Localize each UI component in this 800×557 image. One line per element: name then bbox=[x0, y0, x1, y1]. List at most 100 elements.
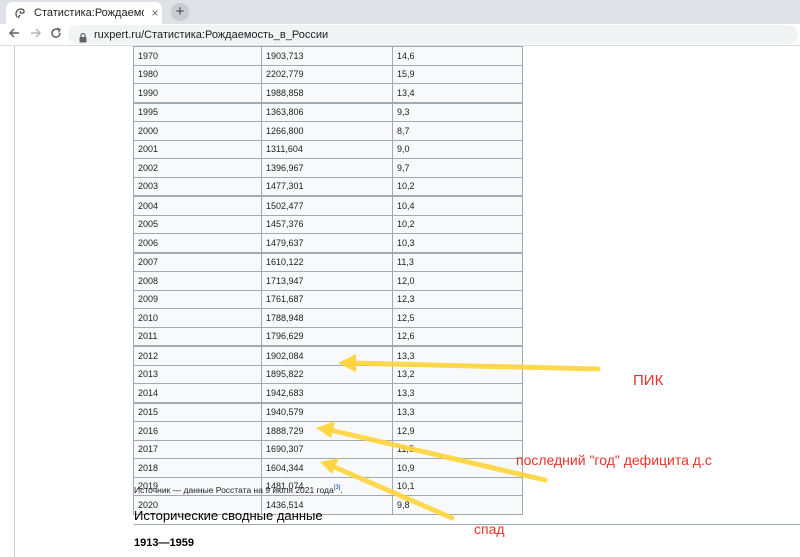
births-cell: 1690,307 bbox=[261, 439, 393, 459]
table-row: 2016 1888,729 12,9 bbox=[133, 421, 523, 441]
births-cell: 1988,858 bbox=[261, 83, 393, 103]
url-text[interactable]: ruxpert.ru/Статистика:Рождаемость_в_Росс… bbox=[94, 29, 328, 41]
rate-cell: 11,5 bbox=[392, 439, 523, 459]
table-row: 2018 1604,344 10,9 bbox=[133, 458, 523, 478]
birth-statistics-table: 1970 1903,713 14,6 1980 2202,779 15,9 1990 1988… bbox=[133, 46, 523, 515]
year-cell: 2001 bbox=[133, 139, 262, 159]
year-cell: 2013 bbox=[133, 364, 262, 384]
year-cell: 2015 bbox=[133, 401, 262, 422]
lock-icon bbox=[79, 30, 87, 42]
births-cell: 1902,084 bbox=[261, 345, 393, 366]
year-cell: 2007 bbox=[133, 251, 262, 272]
year-cell: 2006 bbox=[133, 233, 262, 253]
rate-cell: 12,0 bbox=[392, 271, 523, 291]
table-row: 2000 1266,800 8,7 bbox=[133, 121, 523, 141]
table-row: 2010 1788,948 12,5 bbox=[133, 308, 523, 328]
births-cell: 1942,683 bbox=[261, 383, 393, 403]
rate-cell: 9,8 bbox=[392, 495, 523, 515]
year-cell: 1970 bbox=[133, 46, 262, 66]
year-cell: 2000 bbox=[133, 121, 262, 141]
reload-icon[interactable] bbox=[48, 27, 64, 43]
births-cell: 1788,948 bbox=[261, 308, 393, 328]
year-cell: 2002 bbox=[133, 158, 262, 178]
year-cell: 2014 bbox=[133, 383, 262, 403]
table-row: 2007 1610,122 11,3 bbox=[133, 251, 523, 272]
year-cell: 2010 bbox=[133, 308, 262, 328]
rate-cell: 9,3 bbox=[392, 101, 523, 122]
rate-cell: 13,3 bbox=[392, 401, 523, 422]
tab-close-icon[interactable]: × bbox=[148, 6, 162, 20]
births-cell: 1903,713 bbox=[261, 46, 393, 66]
table-row: 2003 1477,301 10,2 bbox=[133, 176, 523, 197]
year-cell: 1990 bbox=[133, 83, 262, 103]
births-cell: 1479,637 bbox=[261, 233, 393, 253]
year-cell: 2018 bbox=[133, 458, 262, 478]
table-row: 2006 1479,637 10,3 bbox=[133, 233, 523, 253]
table-row: 1980 2202,779 15,9 bbox=[133, 64, 523, 84]
table-row: 2008 1713,947 12,0 bbox=[133, 271, 523, 291]
births-cell: 1311,604 bbox=[261, 139, 393, 159]
rate-cell: 12,9 bbox=[392, 421, 523, 441]
annotation-deficit: последний "год" дефицита д.с bbox=[516, 452, 712, 468]
year-cell: 1980 bbox=[133, 64, 262, 84]
table-row: 1970 1903,713 14,6 bbox=[133, 46, 523, 66]
births-cell: 1895,822 bbox=[261, 364, 393, 384]
annotation-peak: ПИК bbox=[633, 372, 664, 389]
rate-cell: 10,9 bbox=[392, 458, 523, 478]
table-row: 1995 1363,806 9,3 bbox=[133, 101, 523, 122]
source-note: Источник — данные Росстата на 9 июля 202… bbox=[134, 485, 343, 495]
births-cell: 1502,477 bbox=[261, 195, 393, 216]
source-end: . bbox=[340, 485, 343, 495]
births-cell: 1713,947 bbox=[261, 271, 393, 291]
rate-cell: 9,7 bbox=[392, 158, 523, 178]
url-domain: ruxpert.ru bbox=[94, 28, 142, 41]
year-cell: 2005 bbox=[133, 214, 262, 234]
table-row: 2005 1457,376 10,2 bbox=[133, 214, 523, 234]
births-cell: 1604,344 bbox=[261, 458, 393, 478]
births-cell: 1888,729 bbox=[261, 421, 393, 441]
table-row: 2017 1690,307 11,5 bbox=[133, 439, 523, 459]
forward-arrow-icon[interactable] bbox=[28, 27, 44, 43]
source-text: Источник — данные Росстата на 9 июля 202… bbox=[134, 485, 334, 495]
births-cell: 1457,376 bbox=[261, 214, 393, 234]
table-row: 2011 1796,629 12,6 bbox=[133, 326, 523, 347]
new-tab-button[interactable]: + bbox=[171, 3, 189, 21]
heading-underline bbox=[134, 524, 800, 525]
table-row: 2009 1761,687 12,3 bbox=[133, 289, 523, 309]
table-row: 2002 1396,967 9,7 bbox=[133, 158, 523, 178]
year-cell: 2017 bbox=[133, 439, 262, 459]
table-row: 2013 1895,822 13,2 bbox=[133, 364, 523, 384]
page-content: 1970 1903,713 14,6 1980 2202,779 15,9 1990 1988… bbox=[0, 46, 800, 557]
tab-title: Статистика:Рождаемость в Росс bbox=[34, 7, 144, 19]
rate-cell: 13,3 bbox=[392, 383, 523, 403]
rate-cell: 13,4 bbox=[392, 83, 523, 103]
births-cell: 1940,579 bbox=[261, 401, 393, 422]
section-heading: Исторические сводные данные bbox=[134, 508, 323, 523]
year-cell: 2009 bbox=[133, 289, 262, 309]
year-cell: 2003 bbox=[133, 176, 262, 197]
subsection-heading: 1913—1959 bbox=[134, 537, 194, 549]
table-row: 1990 1988,858 13,4 bbox=[133, 83, 523, 103]
year-cell: 2012 bbox=[133, 345, 262, 366]
site-favicon-icon bbox=[14, 7, 27, 20]
rate-cell: 10,1 bbox=[392, 476, 523, 496]
tab-strip: Статистика:Рождаемость в Росс × + bbox=[0, 0, 800, 24]
rate-cell: 10,2 bbox=[392, 176, 523, 197]
year-cell: 2011 bbox=[133, 326, 262, 347]
rate-cell: 8,7 bbox=[392, 121, 523, 141]
table-row: 2004 1502,477 10,4 bbox=[133, 195, 523, 216]
rate-cell: 10,2 bbox=[392, 214, 523, 234]
table-row: 2015 1940,579 13,3 bbox=[133, 401, 523, 422]
year-cell: 1995 bbox=[133, 101, 262, 122]
rate-cell: 12,5 bbox=[392, 308, 523, 328]
back-arrow-icon[interactable] bbox=[6, 27, 22, 43]
births-cell: 1266,800 bbox=[261, 121, 393, 141]
rate-cell: 12,6 bbox=[392, 326, 523, 347]
rate-cell: 13,2 bbox=[392, 364, 523, 384]
rate-cell: 9,0 bbox=[392, 139, 523, 159]
year-cell: 2016 bbox=[133, 421, 262, 441]
browser-toolbar: ruxpert.ru/Статистика:Рождаемость_в_Росс… bbox=[0, 24, 800, 46]
content-border bbox=[14, 46, 15, 557]
address-bar[interactable]: ruxpert.ru/Статистика:Рождаемость_в_Росс… bbox=[68, 25, 798, 44]
browser-tab[interactable]: Статистика:Рождаемость в Росс × bbox=[6, 2, 162, 24]
